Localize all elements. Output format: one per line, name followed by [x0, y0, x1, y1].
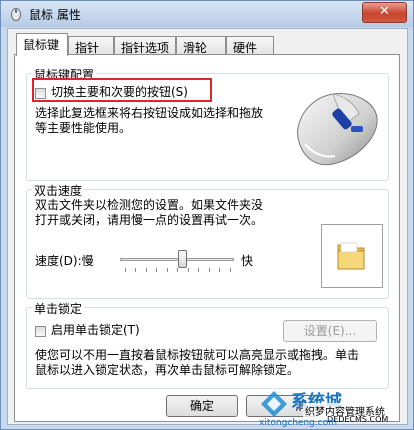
- switch-buttons-description: 选择此复选框来将右按钮设成如选择和拖放 等主要性能使用。: [35, 106, 275, 136]
- tab-label: 指针选项: [121, 41, 170, 55]
- dialog-client-area: 鼠标键 指针 指针选项 滑轮 硬件 鼠标键配置 切换主要和次要的按钮(S) 选择…: [7, 28, 408, 425]
- double-click-speed-slider[interactable]: [120, 250, 234, 274]
- description-line: 打开或关闭，请用慢一点的设置再试一次。: [35, 213, 264, 227]
- slider-tick: [135, 268, 136, 272]
- slider-track: [120, 258, 234, 261]
- slider-tick: [156, 268, 157, 272]
- speed-label: 速度(D):慢: [35, 254, 94, 268]
- slider-tick: [209, 268, 210, 272]
- slider-tick: [177, 268, 178, 272]
- tab-pointer-options[interactable]: 指针选项: [114, 36, 176, 55]
- button-label: 设置(E)...: [303, 324, 357, 338]
- tab-hardware[interactable]: 硬件: [226, 36, 274, 55]
- tab-panel-buttons: 鼠标键配置 切换主要和次要的按钮(S) 选择此复选框来将右按钮设成如选择和拖放 …: [14, 54, 400, 422]
- slider-tick: [146, 268, 147, 272]
- watermark-logo-icon: [261, 391, 287, 417]
- group-label: 单击锁定: [32, 300, 85, 317]
- slider-tick: [167, 268, 168, 272]
- close-button[interactable]: ✕: [362, 2, 407, 23]
- watermark-url: xitongcheng.com: [259, 418, 337, 428]
- click-lock-label[interactable]: 启用单击锁定(T): [51, 323, 140, 338]
- red-highlight-box: [32, 78, 212, 102]
- mouse-properties-window: 鼠标 属性 ✕ 鼠标键 指针 指针选项 滑轮 硬件 鼠标键配置 切换主要和次要的…: [0, 0, 414, 430]
- mouse-app-icon: [11, 8, 21, 21]
- slider-tick: [188, 268, 189, 272]
- site-watermark: 系统城 织梦内容管理系统 DEDECMS.COM xitongcheng.com: [253, 389, 413, 429]
- slider-thumb[interactable]: [178, 250, 187, 268]
- tab-label: 指针: [75, 41, 100, 55]
- button-label: 确定: [189, 399, 214, 413]
- tab-label: 鼠标键: [23, 38, 60, 52]
- slider-tick: [230, 268, 231, 272]
- double-click-group: 双击速度 双击文件夹以检测您的设置。如果文件夹没 打开或关闭，请用慢一点的设置再…: [26, 182, 389, 299]
- tab-buttons[interactable]: 鼠标键: [16, 33, 68, 56]
- close-icon: ✕: [379, 4, 390, 19]
- description-line: 选择此复选框来将右按钮设成如选择和拖放: [35, 106, 264, 120]
- click-lock-description: 使您可以不用一直按着鼠标按钮就可以高亮显示或拖拽。单击 鼠标以进入锁定状态，再次…: [35, 348, 385, 378]
- slider-tick: [125, 268, 126, 272]
- tab-label: 硬件: [233, 41, 258, 55]
- window-title: 鼠标 属性: [29, 8, 81, 22]
- group-label: 双击速度: [32, 182, 85, 199]
- button-config-group: 鼠标键配置 切换主要和次要的按钮(S) 选择此复选框来将右按钮设成如选择和拖放 …: [26, 66, 389, 181]
- tab-label: 滑轮: [183, 41, 208, 55]
- title-bar[interactable]: 鼠标 属性 ✕: [1, 1, 413, 27]
- slider-tick: [198, 268, 199, 272]
- ok-button[interactable]: 确定: [166, 395, 238, 417]
- slider-tick: [219, 268, 220, 272]
- fast-label: 快: [241, 254, 254, 268]
- description-line: 鼠标以进入锁定状态，再次单击鼠标可解除锁定。: [35, 363, 300, 377]
- double-click-description: 双击文件夹以检测您的设置。如果文件夹没 打开或关闭，请用慢一点的设置再试一次。: [35, 198, 305, 228]
- description-line: 等主要性能使用。: [35, 121, 132, 135]
- click-lock-checkbox[interactable]: [35, 326, 46, 337]
- tab-wheel[interactable]: 滑轮: [176, 36, 226, 55]
- tab-pointers[interactable]: 指针: [68, 36, 114, 55]
- folder-icon[interactable]: [336, 239, 366, 271]
- description-line: 使您可以不用一直按着鼠标按钮就可以高亮显示或拖拽。单击: [35, 348, 360, 362]
- test-folder-area[interactable]: [321, 224, 383, 288]
- click-lock-group: 单击锁定 启用单击锁定(T) 设置(E)... 使您可以不用一直按着鼠标按钮就可…: [26, 300, 389, 389]
- click-lock-settings-button[interactable]: 设置(E)...: [283, 320, 377, 342]
- mouse-illustration-icon: [297, 93, 378, 166]
- description-line: 双击文件夹以检测您的设置。如果文件夹没: [35, 198, 264, 212]
